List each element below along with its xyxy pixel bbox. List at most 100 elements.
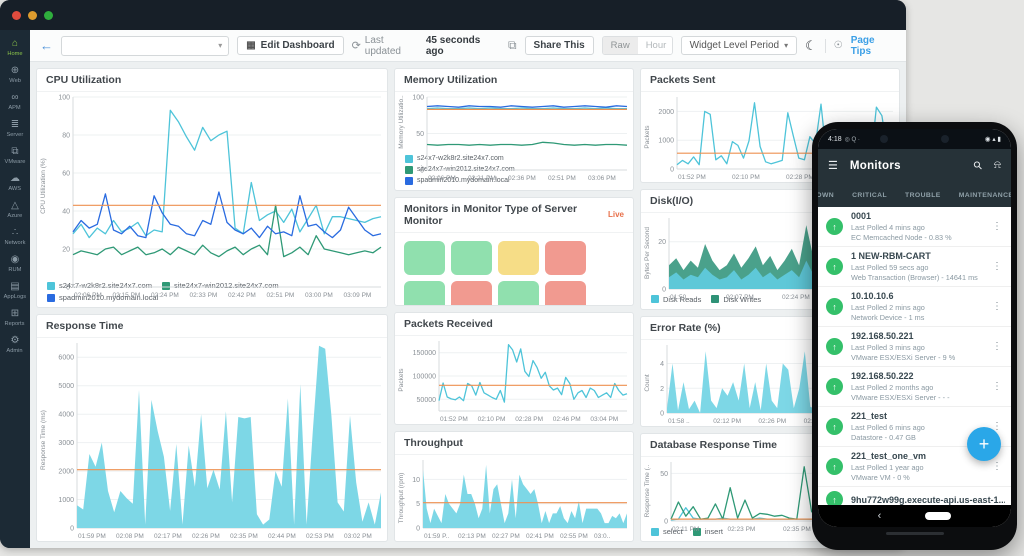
svg-text:02:27 PM: 02:27 PM <box>492 533 520 540</box>
monitor-list-item[interactable]: ↑ 10.10.10.6Last Polled 2 mins agoNetwor… <box>818 287 1011 327</box>
sidebar-item-server[interactable]: ≣Server <box>0 117 30 142</box>
mobile-phone-mockup: 4:18 ◎ Q · ◉ ▴ ▮ ☰ Monitors ⚲ ⍾ DOWNCRIT… <box>812 122 1017 550</box>
sidebar-item-web[interactable]: ⊕Web <box>0 63 30 88</box>
y-axis-label: CPU Utilization (%) <box>40 158 47 214</box>
svg-text:03:06 PM: 03:06 PM <box>588 175 616 182</box>
svg-text:20: 20 <box>62 247 70 254</box>
kebab-menu-icon[interactable]: ⋮ <box>989 381 1005 392</box>
search-icon[interactable]: ⚲ <box>970 158 985 173</box>
sidebar-item-reports[interactable]: ⊞Reports <box>0 306 30 331</box>
sidebar-item-network[interactable]: ∴Network <box>0 225 30 250</box>
server-icon: ≣ <box>11 120 19 130</box>
sidebar-item-apm[interactable]: ∞APM <box>0 90 30 115</box>
monitor-box-critical[interactable] <box>451 281 492 306</box>
sidebar-item-rum[interactable]: ◉RUM <box>0 252 30 277</box>
status-up-icon: ↑ <box>826 258 843 275</box>
status-up-icon: ↑ <box>826 218 843 235</box>
svg-text:01:59 P..: 01:59 P.. <box>424 533 449 540</box>
raw-toggle[interactable]: Raw <box>603 37 638 54</box>
hamburger-menu-icon[interactable]: ☰ <box>828 159 838 172</box>
web-icon: ⊕ <box>11 66 19 76</box>
monitor-box-trouble[interactable] <box>498 241 539 275</box>
edit-dashboard-button[interactable]: ▦ Edit Dashboard <box>237 36 343 55</box>
monitor-list-item[interactable]: ↑ 192.168.50.221Last Polled 3 mins agoVM… <box>818 327 1011 367</box>
status-up-icon: ↑ <box>826 298 843 315</box>
svg-text:4: 4 <box>660 361 664 368</box>
dashboard-select[interactable]: ▾ <box>61 36 229 56</box>
svg-text:02:44 PM: 02:44 PM <box>268 533 296 540</box>
monitor-list-item[interactable]: ↑ 9hu772w99g.execute-api.us-east-1... <box>818 487 1011 505</box>
svg-text:02:51 PM: 02:51 PM <box>548 175 576 182</box>
applogs-icon: ▤ <box>10 282 19 292</box>
bell-icon[interactable]: ⍾ <box>994 159 1001 172</box>
sidebar-item-home[interactable]: ⌂Home <box>0 36 30 61</box>
monitor-box-critical[interactable] <box>545 281 586 306</box>
monitor-box-up[interactable] <box>451 241 492 275</box>
throughput-widget: Throughput 051001:59 P..02:13 PM02:27 PM… <box>394 431 634 542</box>
back-arrow-icon[interactable]: ← <box>40 38 53 53</box>
kebab-menu-icon[interactable]: ⋮ <box>989 461 1005 472</box>
refresh-icon[interactable]: ⟳ <box>352 39 361 52</box>
svg-text:0: 0 <box>670 167 674 174</box>
svg-text:02:41 PM: 02:41 PM <box>526 533 554 540</box>
nav-home-button[interactable] <box>925 512 951 520</box>
svg-text:02:10 PM: 02:10 PM <box>732 174 760 181</box>
share-this-button[interactable]: Share This <box>525 36 594 55</box>
sidebar: ⌂Home⊕Web∞APM≣Server⧉VMware☁AWS△Azure∴Ne… <box>0 30 30 548</box>
zoom-window-button[interactable] <box>44 11 53 20</box>
svg-text:01:58 ..: 01:58 .. <box>668 418 690 425</box>
svg-text:03:09 PM: 03:09 PM <box>344 292 372 299</box>
kebab-menu-icon[interactable]: ⋮ <box>989 221 1005 232</box>
monitor-list-item[interactable]: ↑ 0001Last Polled 4 mins agoEC Memcached… <box>818 207 1011 247</box>
svg-text:01:50 ..: 01:50 .. <box>670 294 692 301</box>
svg-text:02:42 PM: 02:42 PM <box>228 292 256 299</box>
monitor-box-up[interactable] <box>404 281 445 306</box>
svg-text:02:51 PM: 02:51 PM <box>267 292 295 299</box>
nav-back-button[interactable]: ‹ <box>878 510 882 522</box>
page-tips-link[interactable]: Page Tips <box>851 35 896 57</box>
svg-text:3000: 3000 <box>58 440 74 447</box>
svg-text:02:23 PM: 02:23 PM <box>728 526 756 533</box>
phone-status-bar: 4:18 ◎ Q · ◉ ▴ ▮ <box>818 129 1011 149</box>
widget-title: Response Time <box>37 315 387 338</box>
hour-toggle[interactable]: Hour <box>638 37 673 54</box>
phone-tab-maintenance[interactable]: MAINTENANCE <box>950 192 1011 207</box>
dark-mode-moon-icon[interactable]: ☾ <box>805 38 817 54</box>
kebab-menu-icon[interactable]: ⋮ <box>989 301 1005 312</box>
sidebar-item-applogs[interactable]: ▤AppLogs <box>0 279 30 304</box>
svg-text:100: 100 <box>412 95 424 102</box>
sidebar-item-admin[interactable]: ⚙Admin <box>0 333 30 358</box>
sidebar-item-vmware[interactable]: ⧉VMware <box>0 144 30 169</box>
svg-text:02:26 PM: 02:26 PM <box>758 418 786 425</box>
minimize-window-button[interactable] <box>28 11 37 20</box>
phone-tab-down[interactable]: DOWN <box>818 192 843 207</box>
widget-level-period-dropdown[interactable]: Widget Level Period ▾ <box>681 36 798 55</box>
svg-text:02:46 PM: 02:46 PM <box>553 416 581 423</box>
status-up-icon: ↑ <box>826 418 843 435</box>
phone-tab-critical[interactable]: CRITICAL <box>843 192 896 207</box>
svg-text:1000: 1000 <box>58 497 74 504</box>
kebab-menu-icon[interactable]: ⋮ <box>989 341 1005 352</box>
display-cast-icon[interactable]: ⧉ <box>508 38 517 53</box>
kebab-menu-icon[interactable]: ⋮ <box>989 261 1005 272</box>
sidebar-item-aws[interactable]: ☁AWS <box>0 171 30 196</box>
phone-tab-trouble[interactable]: TROUBLE <box>896 192 950 207</box>
svg-text:01:52 PM: 01:52 PM <box>440 416 468 423</box>
monitor-box-up[interactable] <box>498 281 539 306</box>
last-updated: ⟳ Last updated 45 seconds ago <box>352 35 500 57</box>
monitor-box-critical[interactable] <box>545 241 586 275</box>
live-badge: Live <box>608 210 624 219</box>
svg-text:02:17 PM: 02:17 PM <box>154 533 182 540</box>
svg-text:02:53 PM: 02:53 PM <box>306 533 334 540</box>
svg-text:80: 80 <box>62 133 70 140</box>
svg-text:50: 50 <box>416 131 424 138</box>
widget-title: Packets Sent <box>641 69 899 92</box>
sidebar-item-azure[interactable]: △Azure <box>0 198 30 223</box>
monitor-list-item[interactable]: ↑ 1 NEW-RBM-CARTLast Polled 59 secs agoW… <box>818 247 1011 287</box>
close-window-button[interactable] <box>12 11 21 20</box>
monitor-box-up[interactable] <box>404 241 445 275</box>
svg-text:5000: 5000 <box>58 383 74 390</box>
svg-text:02:15 PM: 02:15 PM <box>113 292 141 299</box>
add-monitor-fab[interactable]: + <box>967 427 1001 461</box>
monitor-list-item[interactable]: ↑ 192.168.50.222Last Polled 2 months ago… <box>818 367 1011 407</box>
